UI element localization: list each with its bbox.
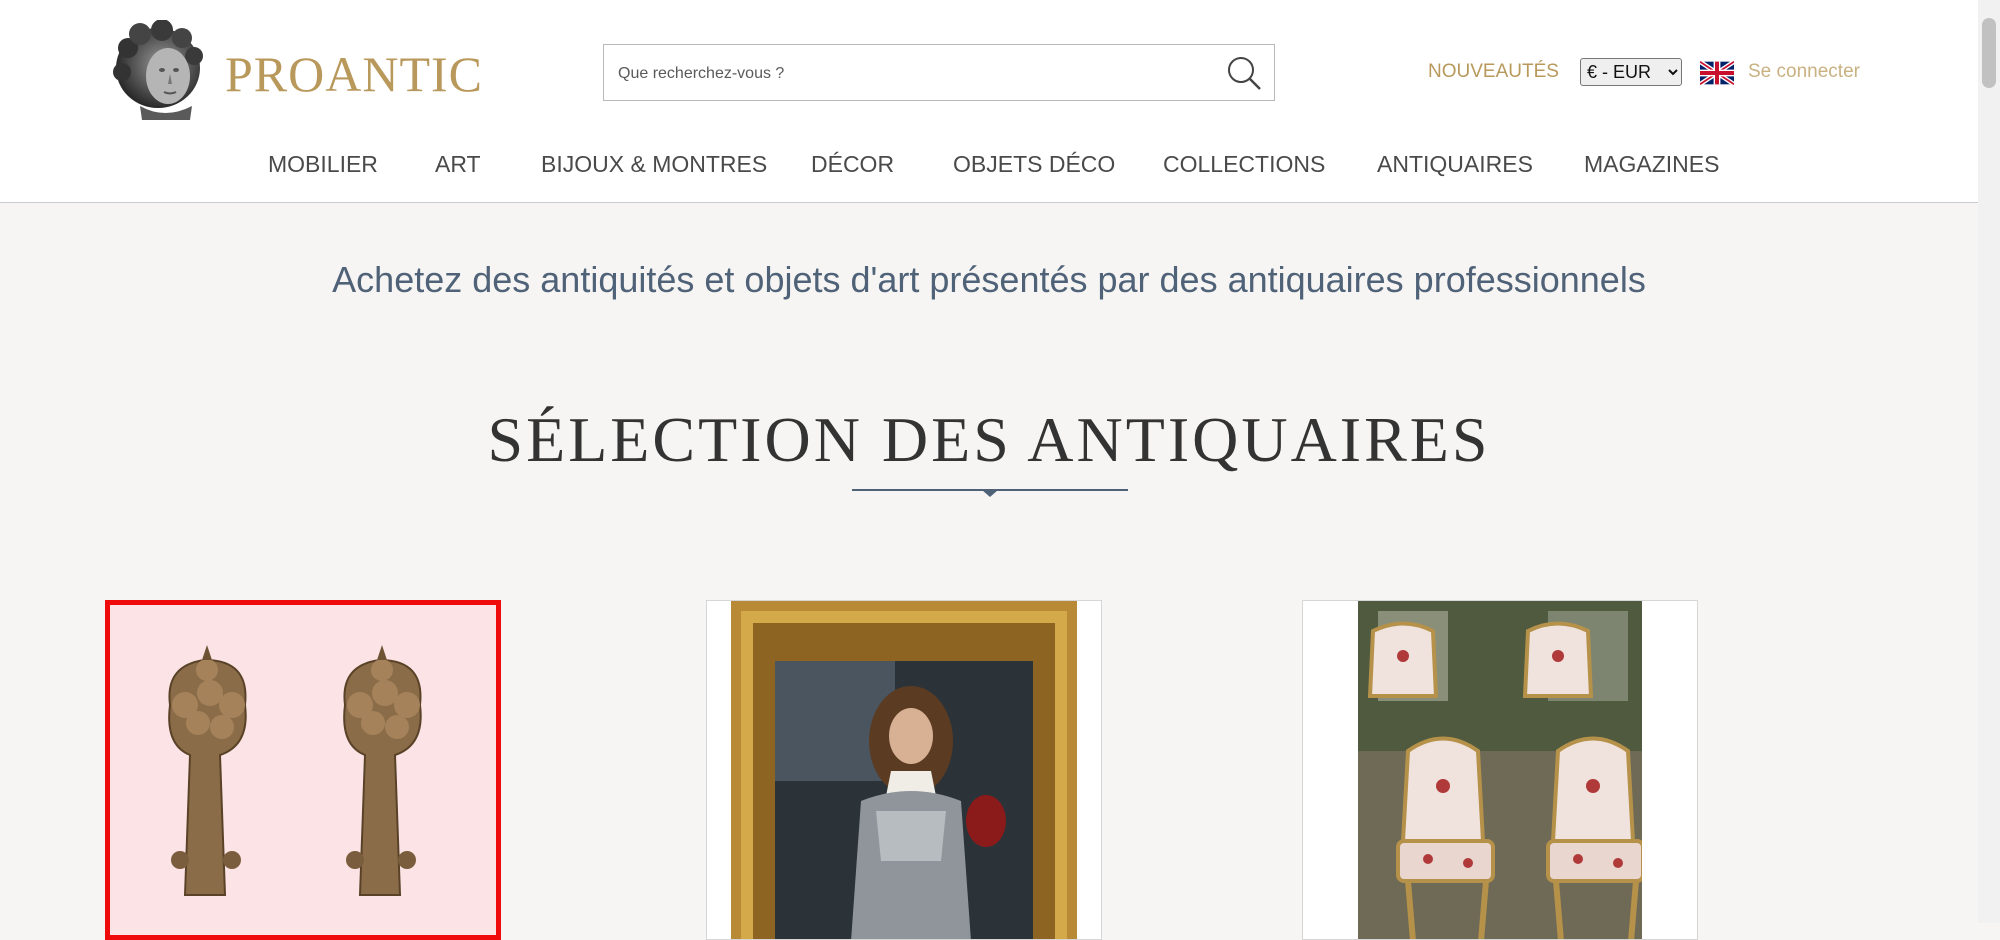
product-card-finials[interactable]	[105, 600, 501, 940]
product-image-finials[interactable]	[110, 605, 496, 935]
logo-text[interactable]: PROANTIC	[225, 44, 483, 104]
nav-item-collections[interactable]: COLLECTIONS	[1163, 147, 1325, 181]
nav-item-objets-deco[interactable]: OBJETS DÉCO	[953, 147, 1115, 181]
login-link[interactable]: Se connecter	[1748, 58, 1860, 86]
product-card-chairs[interactable]	[1302, 600, 1698, 940]
search-input[interactable]	[616, 45, 1210, 102]
product-image-portrait[interactable]	[731, 601, 1077, 940]
main-nav: MOBILIER ART BIJOUX & MONTRES DÉCOR OBJE…	[0, 147, 1978, 181]
search-icon[interactable]	[1224, 53, 1264, 93]
nav-item-bijoux-montres[interactable]: BIJOUX & MONTRES	[541, 147, 767, 181]
nav-item-magazines[interactable]: MAGAZINES	[1584, 147, 1719, 181]
nav-item-decor[interactable]: DÉCOR	[811, 147, 894, 181]
uk-flag-icon[interactable]	[1700, 60, 1734, 86]
scrollbar-thumb[interactable]	[1982, 18, 1996, 88]
product-image-chairs[interactable]	[1358, 601, 1642, 940]
site-header: PROANTIC NOUVEAUTÉS € - EUR Se connecter…	[0, 0, 1978, 203]
page-tagline: Achetez des antiquités et objets d'art p…	[332, 259, 1646, 300]
product-card-portrait[interactable]	[706, 600, 1102, 940]
nouveautes-link[interactable]: NOUVEAUTÉS	[1428, 58, 1559, 86]
currency-select[interactable]: € - EUR	[1580, 58, 1682, 86]
title-divider	[852, 489, 1128, 497]
nav-item-antiquaires[interactable]: ANTIQUAIRES	[1377, 147, 1533, 181]
section-title: SÉLECTION DES ANTIQUAIRES	[487, 404, 1491, 475]
search-bar	[603, 44, 1275, 102]
nav-item-mobilier[interactable]: MOBILIER	[268, 147, 378, 181]
nav-item-art[interactable]: ART	[435, 147, 481, 181]
page-scrollbar[interactable]	[1978, 0, 2000, 923]
bust-logo-icon[interactable]	[110, 20, 210, 122]
